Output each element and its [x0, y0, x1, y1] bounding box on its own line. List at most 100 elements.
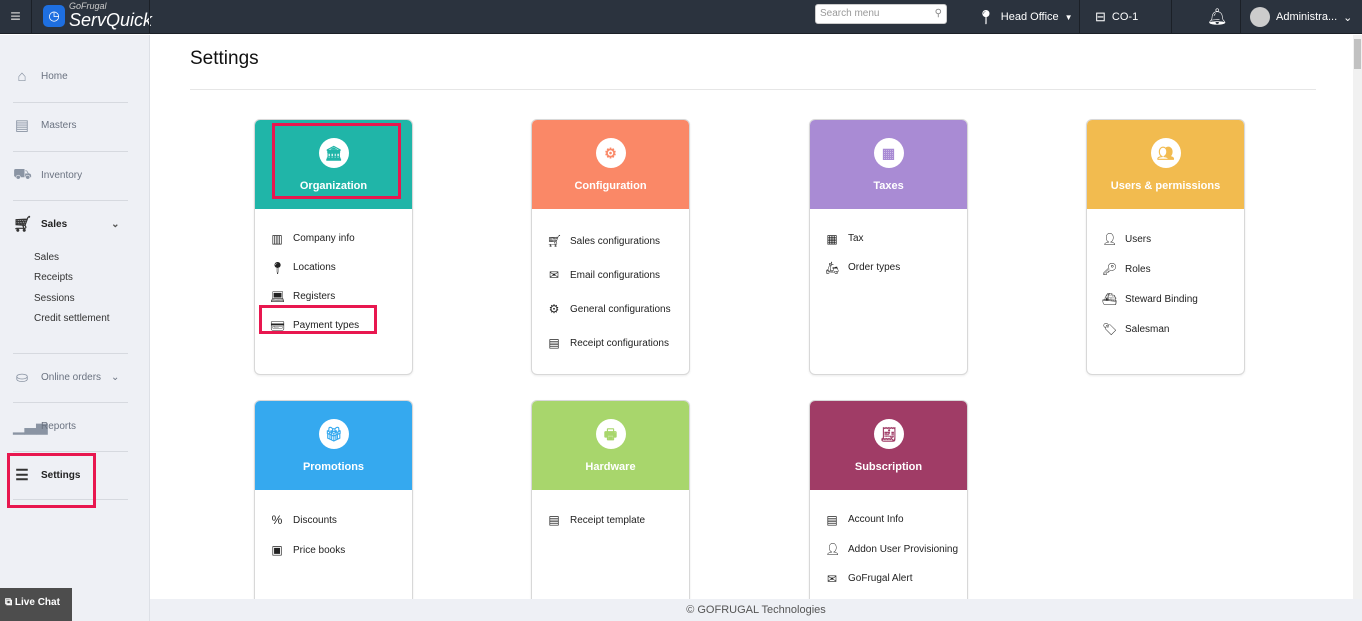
masters-icon: ▤	[14, 117, 30, 134]
reports-icon: ▁▃▅	[13, 418, 48, 435]
bell-icon[interactable]: 🔔︎	[1207, 0, 1227, 34]
computer-icon: ⊟	[1095, 9, 1106, 24]
brand-name: ServQuick	[69, 10, 153, 30]
sidebar-sub-sessions[interactable]: Sessions	[34, 293, 75, 304]
sidebar-item-inventory[interactable]: ⛟ Inventory	[13, 166, 82, 185]
card-header-users-permissions[interactable]: 👥︎ Users & permissions	[1087, 120, 1244, 209]
register-label: CO-1	[1111, 11, 1139, 23]
card-item-order-types[interactable]: 🛵︎ Order types	[810, 253, 967, 282]
card-item-general-configurations[interactable]: ⚙︎ General configurations	[532, 292, 689, 326]
sidebar-item-home[interactable]: ⌂ Home	[13, 68, 68, 85]
sidebar-item-sales[interactable]: 🛒︎ Sales ⌄	[13, 215, 120, 233]
sidebar-label: Online orders	[41, 371, 102, 383]
sidebar-sub-receipts[interactable]: Receipts	[34, 272, 73, 283]
item-icon: %	[271, 513, 283, 527]
card-item-locations[interactable]: 📍︎ Locations	[255, 253, 412, 282]
configuration-icon: ⚙︎	[595, 138, 626, 168]
top-bar: ≡ ◷ GoFrugal ServQuick Search menu ⚲ 📍︎ Hea…	[0, 0, 1362, 34]
sidebar-label: Masters	[41, 119, 77, 131]
highlight-payment-types	[259, 305, 377, 334]
sidebar-item-masters[interactable]: ▤ Masters	[13, 116, 77, 134]
inventory-icon: ⛟	[13, 166, 32, 183]
card-header-promotions[interactable]: 🎁︎ Promotions	[255, 401, 412, 490]
card-header-subscription[interactable]: 🧾︎ Subscription	[810, 401, 967, 490]
card-configuration: ⚙︎ Configuration 🛒︎ Sales configurations ✉︎ E…	[531, 119, 690, 375]
card-header-taxes[interactable]: ▦ Taxes	[810, 120, 967, 209]
item-icon: 🔑︎	[1102, 262, 1118, 276]
item-icon: ⛴︎	[1102, 292, 1118, 306]
card-item-steward-binding[interactable]: ⛴︎ Steward Binding	[1087, 284, 1244, 314]
card-item-email-configurations[interactable]: ✉︎ Email configurations	[532, 258, 689, 292]
card-item-price-books[interactable]: ▣ Price books	[255, 535, 412, 565]
search-input[interactable]: Search menu ⚲	[815, 4, 947, 24]
item-icon: ▣	[271, 543, 283, 557]
item-label: Receipt template	[570, 514, 646, 526]
search-icon: ⚲	[934, 8, 942, 19]
card-subscription: 🧾︎ Subscription ▤ Account Info 👤︎ Addon User …	[809, 400, 968, 610]
item-icon: 🏷︎	[1102, 322, 1118, 336]
item-icon: ✉︎	[548, 268, 560, 282]
item-label: Receipt configurations	[570, 337, 669, 349]
item-label: GoFrugal Alert	[848, 573, 913, 585]
sidebar-item-online-orders[interactable]: ⛀ Online orders ⌄	[13, 368, 120, 386]
subscription-icon: 🧾︎	[873, 419, 904, 449]
home-icon: ⌂	[17, 68, 27, 85]
taxes-icon: ▦	[873, 138, 904, 168]
card-title: Configuration	[574, 180, 647, 192]
item-label: Email configurations	[570, 269, 661, 281]
item-label: General configurations	[570, 303, 671, 315]
sidebar-item-reports[interactable]: ▁▃▅ Reports	[13, 417, 76, 435]
card-item-receipt-template[interactable]: ▤ Receipt template	[532, 505, 689, 535]
card-item-salesman[interactable]: 🏷︎ Salesman	[1087, 314, 1244, 344]
clock-icon: ◷	[43, 4, 65, 27]
sidebar-label: Home	[41, 71, 68, 82]
item-label: Locations	[293, 262, 336, 273]
location-label: Head Office	[1000, 11, 1059, 23]
promotions-icon: 🎁︎	[318, 419, 349, 449]
card-title: Hardware	[585, 461, 636, 473]
card-taxes: ▦ Taxes ▦ Tax 🛵︎ Order types	[809, 119, 968, 375]
scrollbar[interactable]	[1353, 35, 1362, 599]
card-title: Users & permissions	[1110, 180, 1221, 192]
card-item-users[interactable]: 👤︎ Users	[1087, 224, 1244, 254]
menu-icon[interactable]: ≡	[0, 0, 32, 34]
sidebar-sub-credit-settlement[interactable]: Credit settlement	[34, 313, 110, 324]
live-chat-button[interactable]: ⧉ Live Chat	[0, 588, 72, 621]
card-title: Subscription	[854, 461, 923, 473]
logo[interactable]: ◷ GoFrugal ServQuick	[43, 2, 152, 29]
card-header-hardware[interactable]: 🖶 Hardware	[532, 401, 689, 490]
item-icon: ▤	[548, 336, 560, 350]
online-orders-icon: ⛀	[15, 369, 29, 386]
item-label: Users	[1125, 233, 1152, 245]
card-item-receipt-configurations[interactable]: ▤ Receipt configurations	[532, 326, 689, 360]
card-item-tax[interactable]: ▦ Tax	[810, 224, 967, 253]
item-label: Registers	[293, 291, 336, 302]
item-label: Order types	[848, 262, 901, 273]
user-menu[interactable]: Administra... ⌄	[1250, 0, 1352, 34]
card-item-discounts[interactable]: % Discounts	[255, 505, 412, 535]
item-icon: 👤︎	[825, 542, 841, 557]
card-item-sales-configurations[interactable]: 🛒︎ Sales configurations	[532, 224, 689, 258]
card-title: Taxes	[873, 180, 904, 192]
register-selector[interactable]: ⊟ CO-1	[1095, 0, 1138, 34]
avatar	[1250, 7, 1270, 27]
card-item-account-info[interactable]: ▤ Account Info	[810, 505, 967, 535]
card-item-addon-user-provisioning[interactable]: 👤︎ Addon User Provisioning	[810, 535, 967, 565]
item-icon: 📍︎	[270, 260, 286, 275]
page-title: Settings	[190, 48, 259, 69]
item-label: Company info	[293, 233, 355, 244]
search-placeholder: Search menu	[820, 8, 880, 19]
item-icon: ▤	[826, 512, 838, 527]
hardware-icon: 🖶	[595, 419, 626, 449]
card-item-gofrugal-alert[interactable]: ✉︎ GoFrugal Alert	[810, 564, 967, 594]
live-chat-label: Live Chat	[14, 597, 60, 608]
location-dropdown[interactable]: 📍︎ Head Office ▼	[977, 0, 1073, 34]
highlight-settings	[7, 453, 96, 508]
card-item-roles[interactable]: 🔑︎ Roles	[1087, 254, 1244, 284]
sidebar-label: Sales	[41, 218, 68, 230]
card-users-permissions: 👥︎ Users & permissions 👤︎ Users 🔑︎ Roles ⛴︎ Ste…	[1086, 119, 1245, 375]
sidebar-sub-sales[interactable]: Sales	[34, 252, 59, 263]
card-item-company-info[interactable]: ▥ Company info	[255, 224, 412, 253]
item-icon: ▥	[271, 231, 283, 246]
card-header-configuration[interactable]: ⚙︎ Configuration	[532, 120, 689, 209]
